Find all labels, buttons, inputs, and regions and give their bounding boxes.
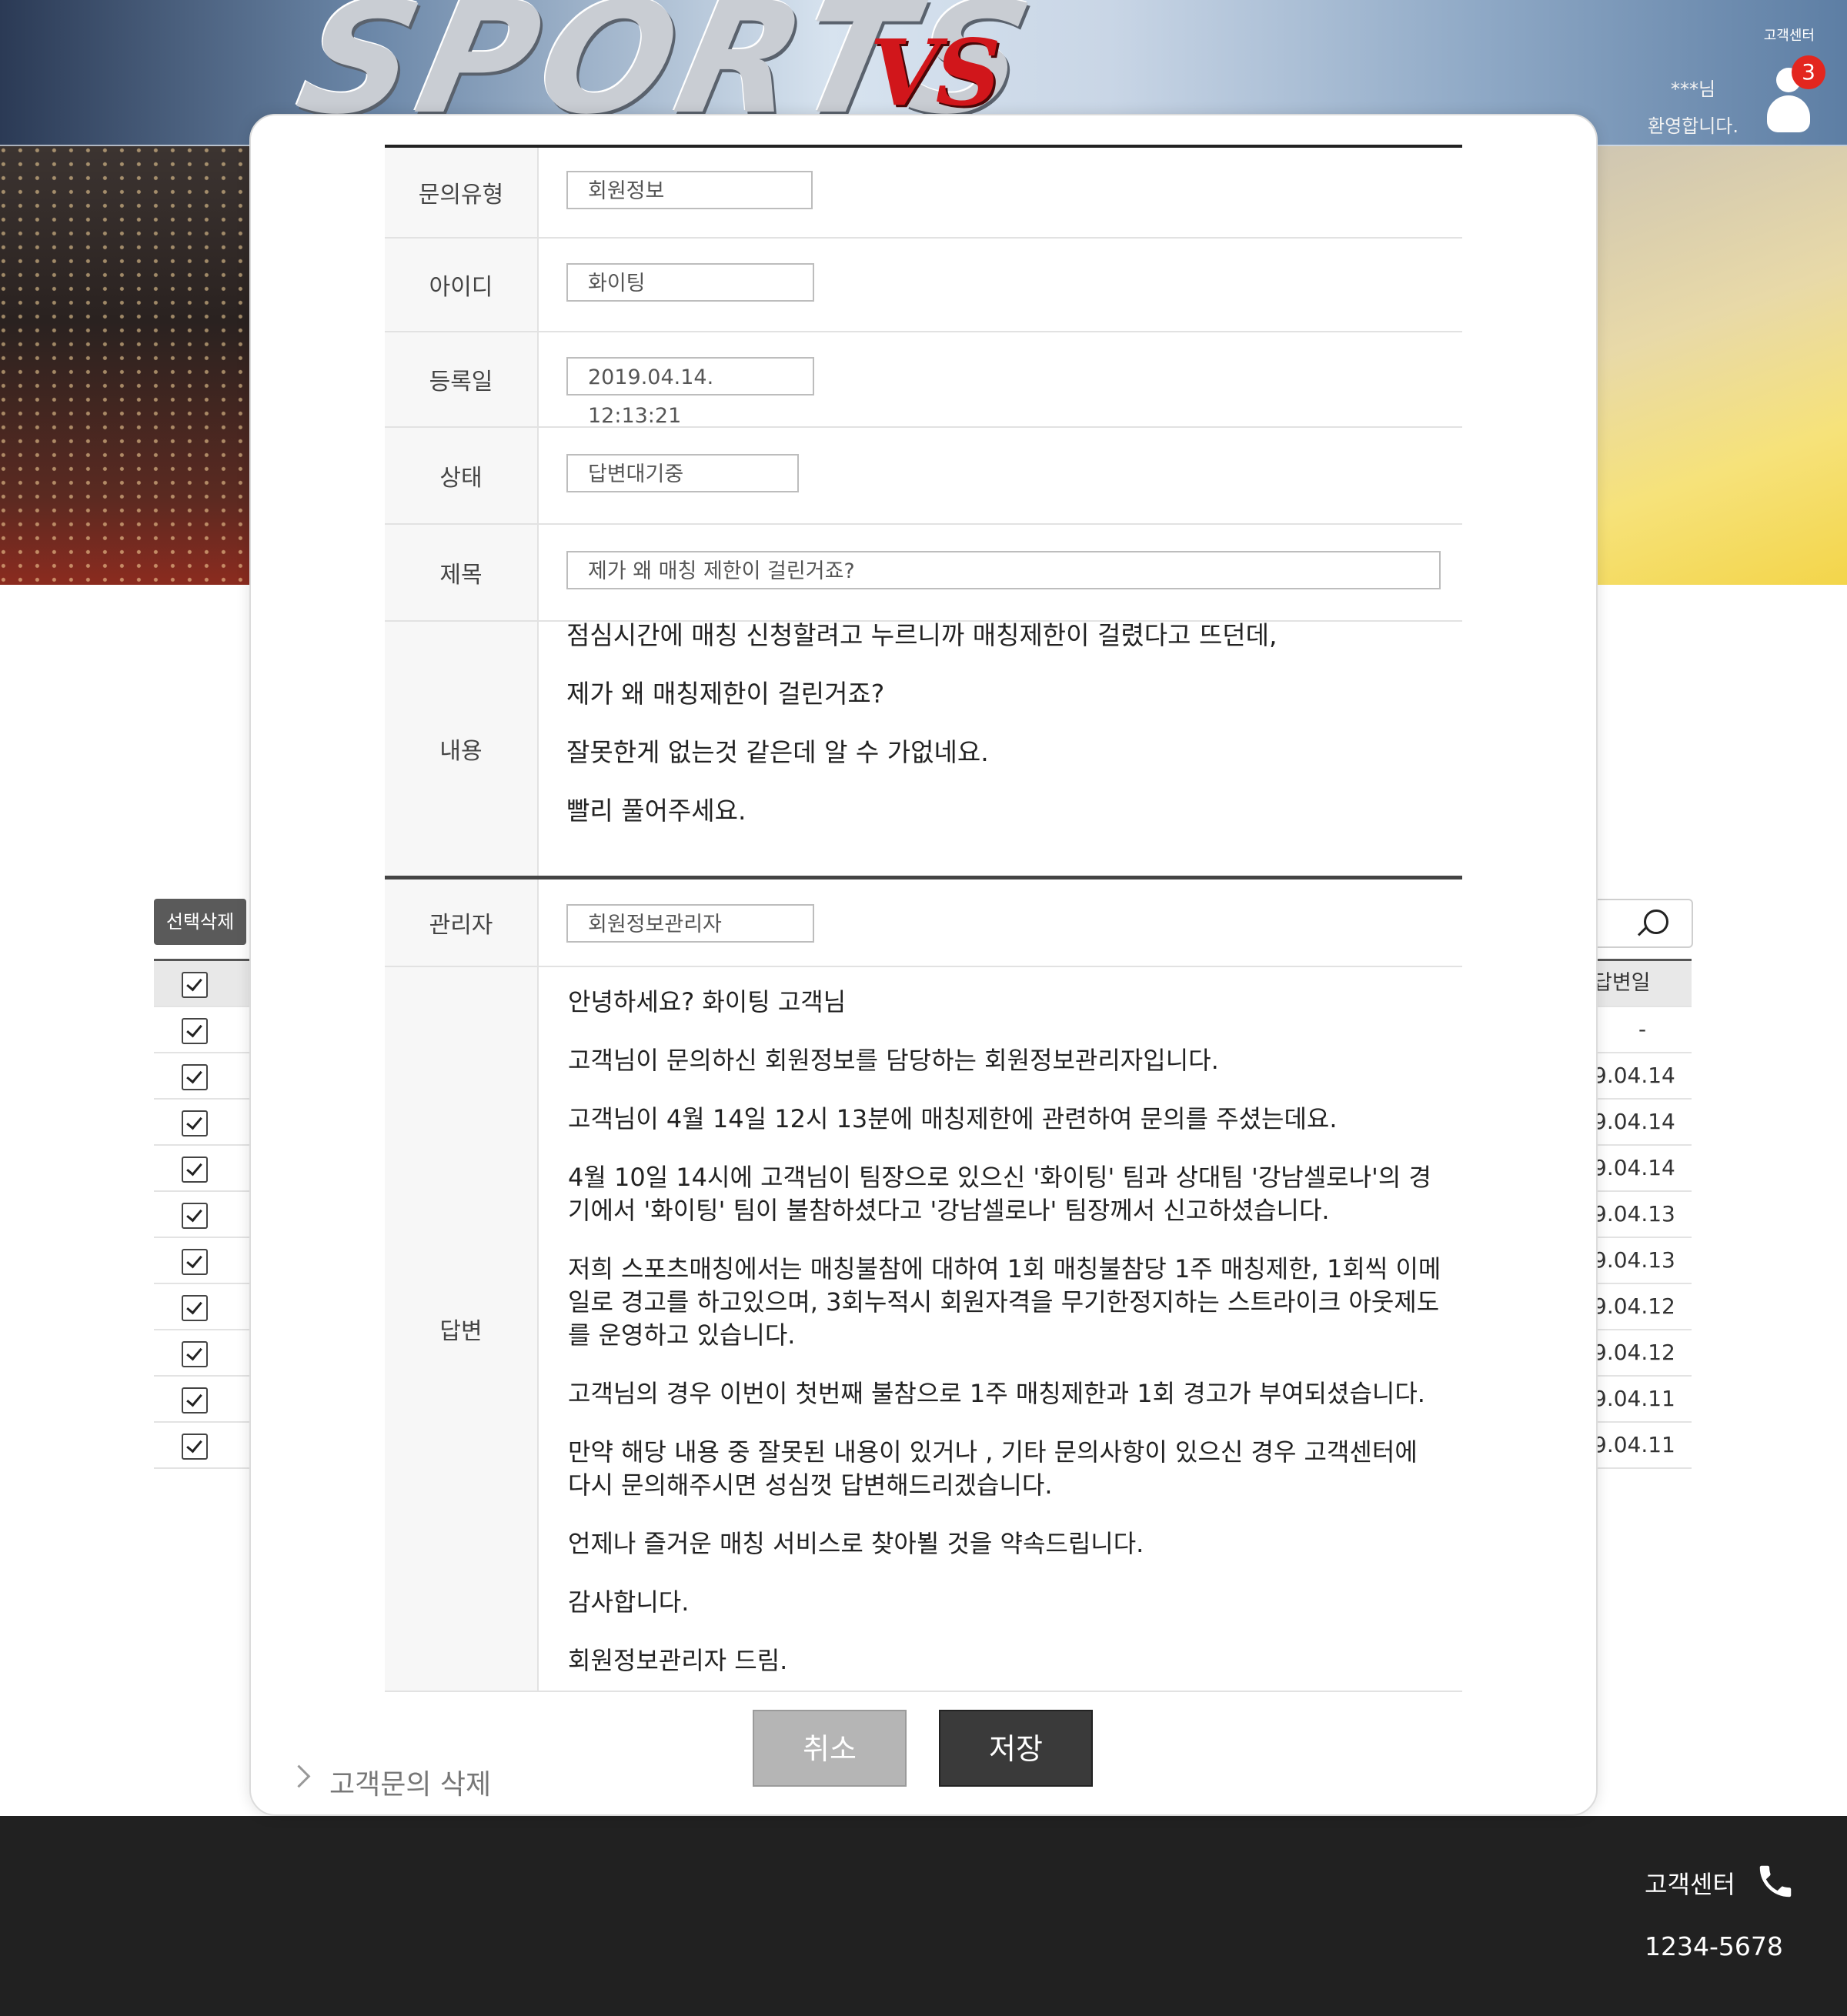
content-line: 점심시간에 매칭 신청할려고 누르니까 매칭제한이 걸렸다고 뜨던데, <box>566 620 1278 650</box>
answer-date-cell: - <box>1593 1007 1692 1053</box>
content-line: 제가 왜 매칭제한이 걸린거죠? <box>566 679 885 709</box>
inquiry-type-label: 문의유형 <box>385 148 539 237</box>
select-all-row <box>154 959 249 1007</box>
list-checkbox-column <box>154 959 249 1469</box>
inquiry-type-field[interactable]: 회원정보 <box>566 171 813 209</box>
phone-icon <box>1759 1865 1792 1898</box>
answer-date-cell: 9.04.14 <box>1593 1053 1692 1100</box>
search-icon[interactable] <box>1644 910 1668 934</box>
row-checkbox[interactable] <box>182 1249 208 1275</box>
answer-paragraph: 저희 스포츠매칭에서는 매칭불참에 대하여 1회 매칭불참당 1주 매칭제한, … <box>568 1254 1441 1350</box>
title-row: 제목 제가 왜 매칭 제한이 걸린거죠? <box>385 525 1462 622</box>
answer-date-cell: 9.04.14 <box>1593 1146 1692 1192</box>
answer-paragraph: 언제나 즐거운 매칭 서비스로 찾아뵐 것을 약속드립니다. <box>568 1529 1144 1558</box>
page-footer: 고객센터 1234-5678 <box>0 1816 1847 2016</box>
content-line: 잘못한게 없는것 같은데 알 수 가없네요. <box>566 737 989 767</box>
status-label: 상태 <box>385 428 539 523</box>
user-icon-body <box>1767 95 1810 132</box>
footer-phone-number: 1234-5678 <box>1645 1931 1783 1961</box>
row-checkbox[interactable] <box>182 1157 208 1183</box>
list-row <box>154 1423 249 1469</box>
inquiry-form: 문의유형 회원정보 아이디 화이팅 등록일 2019.04.14. 12:13:… <box>385 145 1462 1692</box>
registered-date-field[interactable]: 2019.04.14. 12:13:21 <box>566 357 814 428</box>
list-row <box>154 1007 249 1053</box>
answer-paragraph: 고객님이 문의하신 회원정보를 담당하는 회원정보관리자입니다. <box>568 1046 1219 1075</box>
list-search-box[interactable] <box>1585 899 1693 948</box>
delete-inquiry-link[interactable]: 고객문의 삭제 <box>329 1762 491 1802</box>
list-row <box>154 1146 249 1192</box>
user-id-field[interactable]: 화이팅 <box>566 263 814 302</box>
answer-date-cell: 9.04.11 <box>1593 1377 1692 1423</box>
content-body[interactable]: 점심시간에 매칭 신청할려고 누르니까 매칭제한이 걸렸다고 뜨던데, 제가 왜… <box>566 622 1278 856</box>
answer-paragraph: 4월 10일 14시에 고객님이 팀장으로 있으신 '화이팅' 팀과 상대팀 '… <box>568 1163 1431 1225</box>
list-row <box>154 1100 249 1146</box>
admin-label: 관리자 <box>385 879 539 966</box>
row-checkbox[interactable] <box>182 1387 208 1414</box>
welcome-message: ***님 환영합니다. <box>1632 71 1755 145</box>
admin-field[interactable]: 회원정보관리자 <box>566 904 814 943</box>
row-checkbox[interactable] <box>182 1064 208 1090</box>
answer-date-cell: 9.04.14 <box>1593 1100 1692 1146</box>
answer-date-header: 답변일 <box>1593 959 1692 1007</box>
admin-row: 관리자 회원정보관리자 <box>385 879 1462 967</box>
cancel-button[interactable]: 취소 <box>753 1710 907 1787</box>
status-row: 상태 답변대기중 <box>385 428 1462 525</box>
answer-paragraph: 회원정보관리자 드림. <box>568 1646 788 1675</box>
list-row <box>154 1192 249 1238</box>
row-checkbox[interactable] <box>182 1203 208 1229</box>
status-field[interactable]: 답변대기중 <box>566 454 799 492</box>
content-row: 내용 점심시간에 매칭 신청할려고 누르니까 매칭제한이 걸렸다고 뜨던데, 제… <box>385 622 1462 879</box>
answer-paragraph: 고객님이 4월 14일 12시 13분에 매칭제한에 관련하여 문의를 주셨는데… <box>568 1104 1338 1133</box>
content-line: 빨리 풀어주세요. <box>566 796 746 826</box>
registered-date-label: 등록일 <box>385 332 539 426</box>
footer-cs-label: 고객센터 <box>1645 1870 1735 1899</box>
user-masked-name: ***님 <box>1670 78 1716 100</box>
banner-stadium-image <box>0 146 254 585</box>
answer-date-cell: 9.04.12 <box>1593 1284 1692 1330</box>
user-id-row: 아이디 화이팅 <box>385 239 1462 332</box>
user-id-label: 아이디 <box>385 239 539 331</box>
notification-badge[interactable]: 3 <box>1792 55 1825 89</box>
list-row <box>154 1284 249 1330</box>
registered-date-row: 등록일 2019.04.14. 12:13:21 <box>385 332 1462 428</box>
row-checkbox[interactable] <box>182 1434 208 1460</box>
answer-paragraph: 고객님의 경우 이번이 첫번째 불참으로 1주 매칭제한과 1회 경고가 부여되… <box>568 1379 1425 1408</box>
list-row <box>154 1053 249 1100</box>
select-all-checkbox[interactable] <box>182 972 208 998</box>
answer-date-cell: 9.04.13 <box>1593 1238 1692 1284</box>
row-checkbox[interactable] <box>182 1295 208 1321</box>
list-row <box>154 1238 249 1284</box>
content-label: 내용 <box>385 622 539 876</box>
row-checkbox[interactable] <box>182 1110 208 1137</box>
inquiry-type-row: 문의유형 회원정보 <box>385 148 1462 239</box>
answer-paragraph: 안녕하세요? 화이팅 고객님 <box>568 987 847 1016</box>
answer-date-column: 답변일 - 9.04.14 9.04.14 9.04.14 9.04.13 9.… <box>1593 959 1692 1469</box>
title-field[interactable]: 제가 왜 매칭 제한이 걸린거죠? <box>566 551 1441 589</box>
row-checkbox[interactable] <box>182 1018 208 1044</box>
title-label: 제목 <box>385 525 539 620</box>
site-logo[interactable]: VS <box>870 19 1001 126</box>
list-row <box>154 1330 249 1377</box>
answer-label: 답변 <box>385 967 539 1691</box>
save-button[interactable]: 저장 <box>939 1710 1093 1787</box>
answer-date-cell: 9.04.11 <box>1593 1423 1692 1469</box>
bulk-delete-button[interactable]: 선택삭제 <box>154 899 246 945</box>
banner-athlete-image <box>1593 146 1847 585</box>
answer-paragraph: 감사합니다. <box>568 1587 690 1617</box>
answer-row: 답변 안녕하세요? 화이팅 고객님 고객님이 문의하신 회원정보를 담당하는 회… <box>385 967 1462 1692</box>
customer-center-link[interactable]: 고객센터 <box>1764 25 1815 45</box>
answer-body[interactable]: 안녕하세요? 화이팅 고객님 고객님이 문의하신 회원정보를 담당하는 회원정보… <box>568 986 1445 1703</box>
row-checkbox[interactable] <box>182 1341 208 1367</box>
welcome-text: 환영합니다. <box>1647 115 1739 137</box>
answer-date-cell: 9.04.12 <box>1593 1330 1692 1377</box>
answer-date-cell: 9.04.13 <box>1593 1192 1692 1238</box>
answer-paragraph: 만약 해당 내용 중 잘못된 내용이 있거나 , 기타 문의사항이 있으신 경우… <box>568 1437 1418 1500</box>
list-row <box>154 1377 249 1423</box>
